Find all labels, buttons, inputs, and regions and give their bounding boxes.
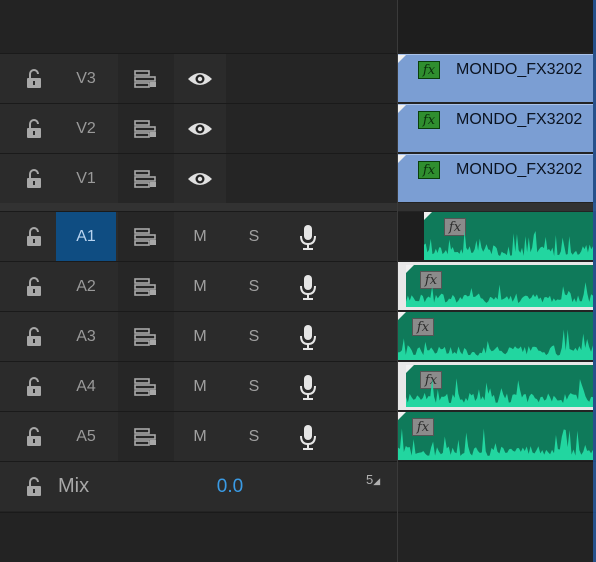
sync-lock-icon[interactable] [118,104,174,153]
timeline-ruler-area [398,0,596,52]
video-audio-divider [0,203,596,211]
fx-badge-icon[interactable]: fx [418,61,440,79]
solo-button[interactable]: S [234,262,274,311]
lock-open-icon[interactable] [14,54,54,103]
timeline-bottom-area [0,512,596,562]
clip-start-marker [398,155,406,163]
microphone-icon[interactable] [286,212,330,261]
lock-open-icon[interactable] [14,362,54,411]
clip-start-marker [406,265,414,273]
lock-open-icon[interactable] [14,212,54,261]
eye-icon[interactable] [178,154,222,203]
mix-track-timeline [398,461,596,511]
track-header-empty [226,104,397,153]
video-track-header-v3: V3 [0,53,397,103]
clip-label: MONDO_FX3202 [456,161,583,178]
sync-lock-icon[interactable] [118,212,174,261]
microphone-icon[interactable] [286,412,330,461]
microphone-icon[interactable] [286,262,330,311]
lock-open-icon[interactable] [14,262,54,311]
track-name[interactable]: V2 [56,104,116,153]
audio-clip-a3[interactable]: fx [398,312,593,360]
mute-button[interactable]: M [178,262,222,311]
audio-track-header-a4: A4 M S [0,361,397,411]
track-name[interactable]: V1 [56,154,116,203]
sync-lock-icon[interactable] [118,362,174,411]
timeline-panel: V3 fx MONDO_FX3202 V2 fx MONDO_FX3202 V1 fx MOND… [0,0,596,562]
clip-start-marker [398,412,406,420]
video-track-header-v1: V1 [0,153,397,203]
video-clip-v1[interactable]: fx MONDO_FX3202 [398,154,593,202]
lock-open-icon[interactable] [14,312,54,361]
audio-clip-a4[interactable]: fx [398,362,593,410]
audio-track-header-a3: A3 M S [0,311,397,361]
mute-button[interactable]: M [178,212,222,261]
audio-track-header-a5: A5 M S [0,411,397,461]
sync-lock-icon[interactable] [118,262,174,311]
solo-button[interactable]: S [234,312,274,361]
clip-start-marker [398,105,406,113]
fx-badge-icon[interactable]: fx [418,161,440,179]
lock-open-icon[interactable] [14,412,54,461]
fx-badge-icon[interactable]: fx [418,111,440,129]
lock-open-icon[interactable] [14,154,54,203]
microphone-icon[interactable] [286,362,330,411]
video-clip-v3[interactable]: fx MONDO_FX3202 [398,54,593,102]
sync-lock-icon[interactable] [118,312,174,361]
sync-lock-icon[interactable] [118,54,174,103]
solo-button[interactable]: S [234,362,274,411]
clip-start-marker [424,212,432,220]
track-name[interactable]: A2 [56,262,116,311]
track-header-empty [226,154,397,203]
audio-clip-a2[interactable]: fx [398,262,593,310]
audio-clip-a5[interactable]: fx [398,412,593,460]
header-timeline-separator [397,0,398,562]
track-name[interactable]: A1 [56,212,116,261]
channel-indicator[interactable]: 5◢ [366,472,380,487]
mix-track-header: Mix 0.0 5◢ [0,461,397,511]
track-header-top-strip [0,0,398,52]
clip-start-marker [406,365,414,373]
track-name[interactable]: A3 [56,312,116,361]
video-clip-v2[interactable]: fx MONDO_FX3202 [398,104,593,152]
track-header-empty [226,54,397,103]
microphone-icon[interactable] [286,312,330,361]
track-name[interactable]: A5 [56,412,116,461]
clip-start-marker [398,55,406,63]
track-name[interactable]: V3 [56,54,116,103]
lock-open-icon[interactable] [14,104,54,153]
sync-lock-icon[interactable] [118,154,174,203]
mute-button[interactable]: M [178,362,222,411]
audio-track-header-a2: A2 M S [0,261,397,311]
solo-button[interactable]: S [234,412,274,461]
clip-label: MONDO_FX3202 [456,111,583,128]
eye-icon[interactable] [178,104,222,153]
lock-open-icon[interactable] [14,462,54,511]
track-name[interactable]: A4 [56,362,116,411]
clip-label: MONDO_FX3202 [456,61,583,78]
mix-volume-value[interactable]: 0.0 [200,462,260,511]
eye-icon[interactable] [178,54,222,103]
audio-track-header-a1: A1 M S [0,211,397,261]
video-track-header-v2: V2 [0,103,397,153]
audio-clip-a1[interactable]: fx [424,212,593,260]
sync-lock-icon[interactable] [118,412,174,461]
solo-button[interactable]: S [234,212,274,261]
clip-start-marker [398,312,406,320]
audio-track-empty-space [398,212,424,260]
mix-label: Mix [58,475,90,497]
mute-button[interactable]: M [178,412,222,461]
mute-button[interactable]: M [178,312,222,361]
